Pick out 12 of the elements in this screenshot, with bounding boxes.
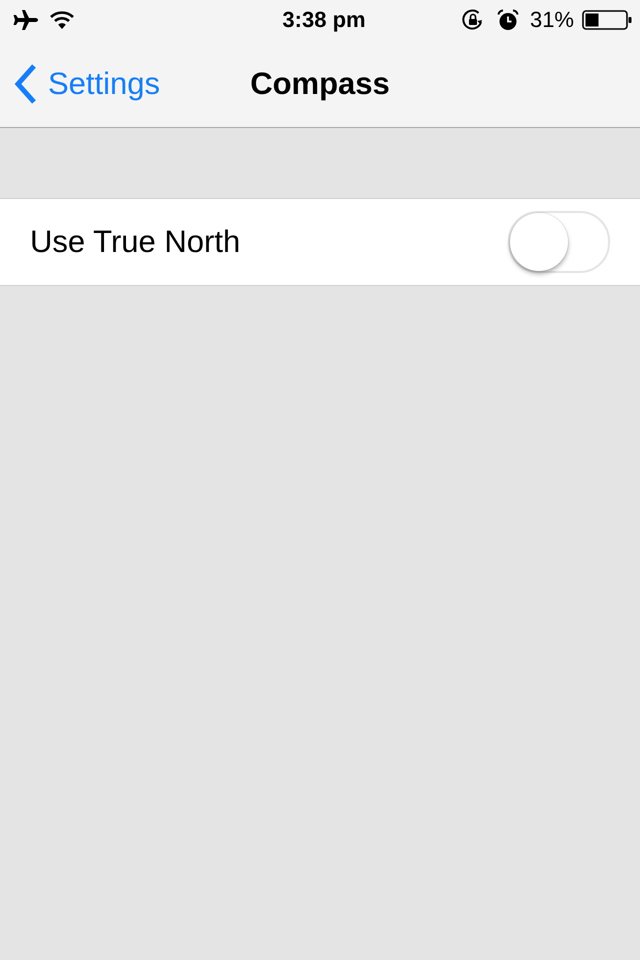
toggle-switch[interactable] xyxy=(508,211,610,273)
chevron-left-icon xyxy=(14,64,38,104)
setting-label: Use True North xyxy=(30,224,240,260)
page-title: Compass xyxy=(250,66,390,102)
battery-percent: 31% xyxy=(530,7,574,33)
status-time: 3:38 pm xyxy=(282,7,366,33)
wifi-icon xyxy=(50,11,74,29)
rotation-lock-icon xyxy=(460,8,485,32)
alarm-clock-icon xyxy=(496,9,519,31)
back-button[interactable]: Settings xyxy=(14,64,160,104)
airplane-icon xyxy=(12,10,38,30)
battery-icon xyxy=(582,10,632,30)
